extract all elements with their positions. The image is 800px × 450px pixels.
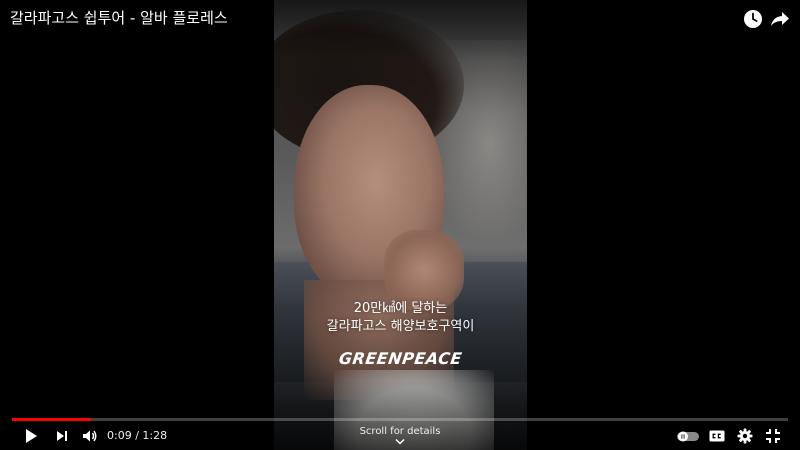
share-button[interactable]	[769, 8, 791, 30]
captions-button[interactable]	[708, 427, 728, 445]
current-time: 0:09	[107, 429, 132, 442]
clock-icon	[744, 10, 762, 28]
video-caption: 20만㎢에 달하는 갈라파고스 해양보호구역이	[274, 300, 527, 336]
scroll-for-details[interactable]: Scroll for details	[350, 425, 450, 445]
progress-bar[interactable]	[12, 418, 788, 421]
settings-button[interactable]	[736, 427, 756, 445]
video-title[interactable]: 갈라파고스 쉽투어 - 알바 플로레스	[10, 8, 228, 28]
volume-icon	[83, 430, 97, 442]
autoplay-toggle-icon	[677, 431, 699, 442]
exit-fullscreen-icon	[766, 429, 780, 443]
progress-played	[12, 418, 92, 421]
watch-later-button[interactable]	[742, 8, 764, 30]
play-icon	[26, 429, 37, 443]
play-button[interactable]	[22, 427, 42, 445]
share-arrow-icon	[771, 12, 789, 26]
next-icon	[57, 431, 67, 441]
chevron-down-icon	[395, 438, 405, 445]
time-display: 0:09 / 1:28	[107, 429, 168, 442]
volume-button[interactable]	[81, 427, 101, 445]
next-button[interactable]	[53, 427, 73, 445]
gear-icon	[737, 428, 753, 444]
scroll-hint-label: Scroll for details	[359, 426, 441, 437]
caption-line-1: 20만㎢에 달하는	[353, 301, 448, 316]
duration: 1:28	[142, 429, 168, 442]
exit-fullscreen-button[interactable]	[764, 427, 784, 445]
greenpeace-logo: GREENPEACE	[337, 349, 464, 368]
video-player[interactable]: 20만㎢에 달하는 갈라파고스 해양보호구역이 GREENPEACE 갈라파고스…	[0, 0, 800, 450]
autoplay-toggle[interactable]	[676, 427, 700, 445]
cc-icon	[709, 430, 725, 442]
caption-line-2: 갈라파고스 해양보호구역이	[326, 319, 475, 334]
